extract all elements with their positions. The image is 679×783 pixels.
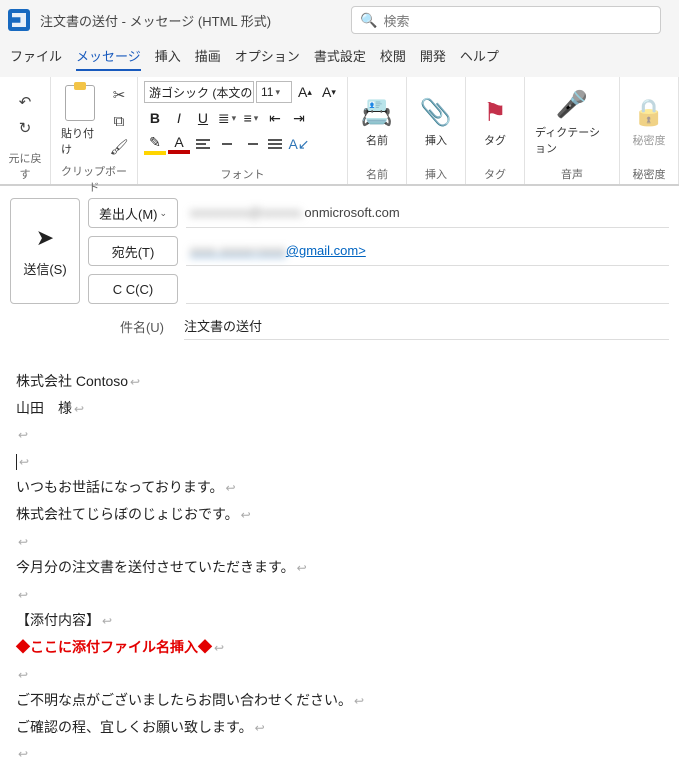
styles-button[interactable]: A↙ <box>288 133 310 155</box>
body-line: ご確認の程、宜しくお願い致します。↩ <box>16 714 663 741</box>
microphone-icon: 🎤 <box>556 89 588 120</box>
tag-button[interactable]: ⚑タグ <box>472 93 518 152</box>
body-line: ↩ <box>16 581 663 608</box>
body-line: 今月分の注文書を送付させていただきます。↩ <box>16 554 663 581</box>
body-line: 【添付内容】↩ <box>16 607 663 634</box>
outlook-app-icon <box>8 9 30 31</box>
copy-button[interactable]: ⧉ <box>107 110 131 132</box>
body-line: いつもお世話になっております。↩ <box>16 474 663 501</box>
menu-bar: ファイル メッセージ 挿入 描画 オプション 書式設定 校閲 開発 ヘルプ <box>0 40 679 77</box>
ribbon-group-undo: ↶ ↻ 元に戻す <box>0 77 51 184</box>
body-line: ↩ <box>16 528 663 555</box>
underline-button[interactable]: U <box>192 107 214 129</box>
body-cursor-line: ↩ <box>16 448 663 475</box>
body-line: ↩ <box>16 740 663 767</box>
menu-file[interactable]: ファイル <box>10 46 62 71</box>
ribbon-group-label: 名前 <box>354 166 400 182</box>
paste-icon <box>65 85 95 121</box>
sensitivity-button[interactable]: 🔒秘密度 <box>626 93 672 152</box>
font-size-select[interactable]: 11▾ <box>256 81 292 103</box>
increase-indent-button[interactable]: ⇥ <box>288 107 310 129</box>
ribbon-group-dictation: 🎤ディクテーション 音声 <box>525 77 620 184</box>
paperclip-icon: 📎 <box>420 97 452 128</box>
ribbon-group-insert: 📎挿入 挿入 <box>407 77 466 184</box>
highlight-color-button[interactable]: ✎ <box>144 133 166 155</box>
send-icon: ➤ <box>36 225 54 251</box>
body-line: 株式会社 Contoso↩ <box>16 368 663 395</box>
body-line: 株式会社てじらぼのじょじおです。↩ <box>16 501 663 528</box>
ribbon-group-label: 元に戻す <box>6 150 44 182</box>
ribbon-group-label: タグ <box>472 166 518 182</box>
align-center-button[interactable] <box>216 133 238 155</box>
subject-label: 件名(U) <box>10 317 174 336</box>
ribbon-group-label: クリップボード <box>57 163 131 195</box>
ribbon-group-label: 秘密度 <box>626 166 672 182</box>
menu-developer[interactable]: 開発 <box>420 46 446 71</box>
send-button[interactable]: ➤ 送信(S) <box>10 198 80 304</box>
decrease-font-button[interactable]: A▾ <box>318 81 340 103</box>
paste-button[interactable]: 貼り付け <box>57 81 103 161</box>
to-field[interactable]: xxxx xxxxx<xxxx@gmail.com> <box>186 236 669 266</box>
bullets-button[interactable]: ≣▾ <box>216 107 238 129</box>
menu-format[interactable]: 書式設定 <box>314 46 366 71</box>
ribbon-group-label: 音声 <box>531 166 613 182</box>
ribbon: ↶ ↻ 元に戻す 貼り付け ✂ ⧉ 🖌 クリップボード 游ゴシック (本文のフ▾… <box>0 77 679 185</box>
ribbon-group-names: 📇名前 名前 <box>348 77 407 184</box>
dictation-button[interactable]: 🎤ディクテーション <box>531 85 613 160</box>
cc-button[interactable]: C C(C) <box>88 274 178 304</box>
paste-label: 貼り付け <box>61 125 99 157</box>
increase-font-button[interactable]: A▴ <box>294 81 316 103</box>
from-field[interactable]: xxxxxxxxx@xxxxxx.onmicrosoft.com <box>186 198 669 228</box>
cc-field[interactable] <box>186 274 669 304</box>
menu-draw[interactable]: 描画 <box>195 46 221 71</box>
lock-icon: 🔒 <box>633 97 665 128</box>
align-left-button[interactable] <box>192 133 214 155</box>
decrease-indent-button[interactable]: ⇤ <box>264 107 286 129</box>
menu-insert[interactable]: 挿入 <box>155 46 181 71</box>
address-book-icon: 📇 <box>361 97 393 128</box>
from-button[interactable]: 差出人(M) ⌄ <box>88 198 178 228</box>
menu-options[interactable]: オプション <box>235 46 300 71</box>
redo-button[interactable]: ↻ <box>13 117 37 139</box>
flag-icon: ⚑ <box>483 97 506 128</box>
subject-field[interactable]: 注文書の送付 <box>184 312 669 340</box>
italic-button[interactable]: I <box>168 107 190 129</box>
ribbon-group-sensitivity: 🔒秘密度 秘密度 <box>620 77 679 184</box>
font-color-button[interactable]: A <box>168 133 190 155</box>
body-line-placeholder: ◆ここに添付ファイル名挿入◆↩ <box>16 634 663 661</box>
ribbon-group-tags: ⚑タグ タグ <box>466 77 525 184</box>
ribbon-group-label: フォント <box>144 166 341 182</box>
body-line: 山田 様↩ <box>16 395 663 422</box>
bold-button[interactable]: B <box>144 107 166 129</box>
search-input[interactable]: 🔍 検索 <box>351 6 661 34</box>
font-name-select[interactable]: 游ゴシック (本文のフ▾ <box>144 81 254 103</box>
body-line: ご不明な点がございましたらお問い合わせください。↩ <box>16 687 663 714</box>
title-bar: 注文書の送付 - メッセージ (HTML 形式) 🔍 検索 <box>0 0 679 40</box>
undo-button[interactable]: ↶ <box>13 91 37 113</box>
body-line: ↩ <box>16 661 663 688</box>
ribbon-group-font: 游ゴシック (本文のフ▾ 11▾ A▴ A▾ B I U ≣▾ ≡▾ ⇤ ⇥ ✎… <box>138 77 348 184</box>
search-placeholder: 検索 <box>383 11 409 30</box>
to-button[interactable]: 宛先(T) <box>88 236 178 266</box>
numbering-button[interactable]: ≡▾ <box>240 107 262 129</box>
format-painter-button[interactable]: 🖌 <box>107 136 131 158</box>
body-line: ↩ <box>16 421 663 448</box>
search-icon: 🔍 <box>360 12 377 29</box>
align-justify-button[interactable] <box>264 133 286 155</box>
menu-message[interactable]: メッセージ <box>76 46 141 71</box>
address-book-button[interactable]: 📇名前 <box>354 93 400 152</box>
align-right-button[interactable] <box>240 133 262 155</box>
compose-header: ➤ 送信(S) 差出人(M) ⌄ 宛先(T) C C(C) xxxxxxxxx@… <box>0 185 679 352</box>
menu-help[interactable]: ヘルプ <box>460 46 499 71</box>
mail-body[interactable]: 株式会社 Contoso↩ 山田 様↩ ↩ ↩ いつもお世話になっております。↩… <box>0 352 679 783</box>
menu-review[interactable]: 校閲 <box>380 46 406 71</box>
ribbon-group-label: 挿入 <box>413 166 459 182</box>
window-title: 注文書の送付 - メッセージ (HTML 形式) <box>40 11 271 30</box>
attach-button[interactable]: 📎挿入 <box>413 93 459 152</box>
cut-button[interactable]: ✂ <box>107 84 131 106</box>
send-label: 送信(S) <box>23 259 66 278</box>
ribbon-group-clipboard: 貼り付け ✂ ⧉ 🖌 クリップボード <box>51 77 138 184</box>
